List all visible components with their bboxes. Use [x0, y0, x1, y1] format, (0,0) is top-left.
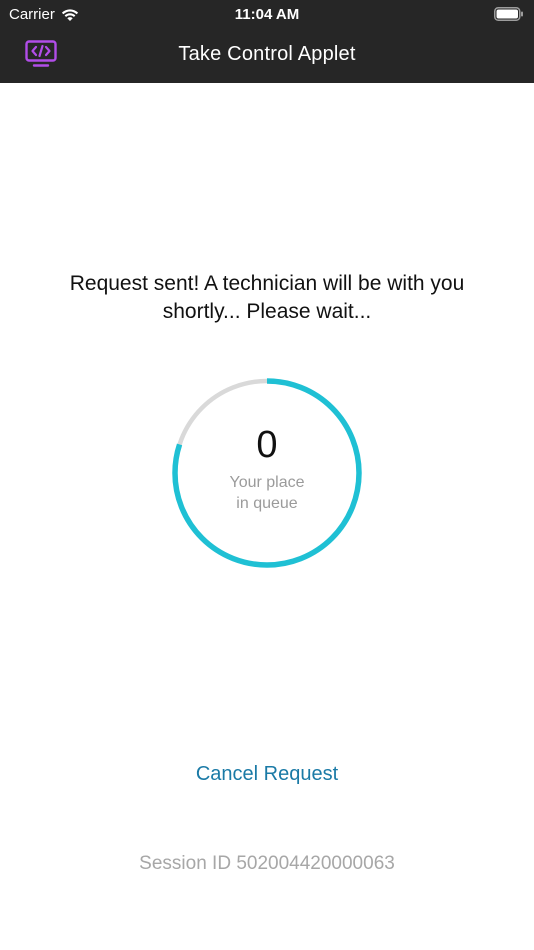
message-line-1: Request sent! A technician will be with …: [69, 272, 465, 295]
queue-position-label: Your place in queue: [170, 472, 364, 514]
queue-position-number: 0: [256, 424, 278, 466]
request-status-message: Request sent! A technician will be with …: [30, 270, 504, 326]
app-header: Carrier 11:04 AM Take Control Applet: [0, 0, 534, 83]
session-id-text: Session ID 502004420000063: [139, 853, 395, 874]
nav-bar: Take Control Applet: [0, 28, 534, 83]
battery-icon: [494, 7, 524, 21]
queue-label-line-2: in queue: [236, 495, 298, 512]
cancel-request-button[interactable]: Cancel Request: [0, 763, 534, 786]
queue-label-line-1: Your place: [229, 474, 305, 491]
status-time: 11:04 AM: [234, 6, 300, 23]
status-bar: Carrier 11:04 AM: [0, 0, 534, 28]
page-title: Take Control Applet: [178, 43, 356, 65]
message-line-2: shortly... Please wait...: [162, 300, 372, 323]
queue-progress-ring: 0 Your place in queue: [170, 376, 364, 570]
